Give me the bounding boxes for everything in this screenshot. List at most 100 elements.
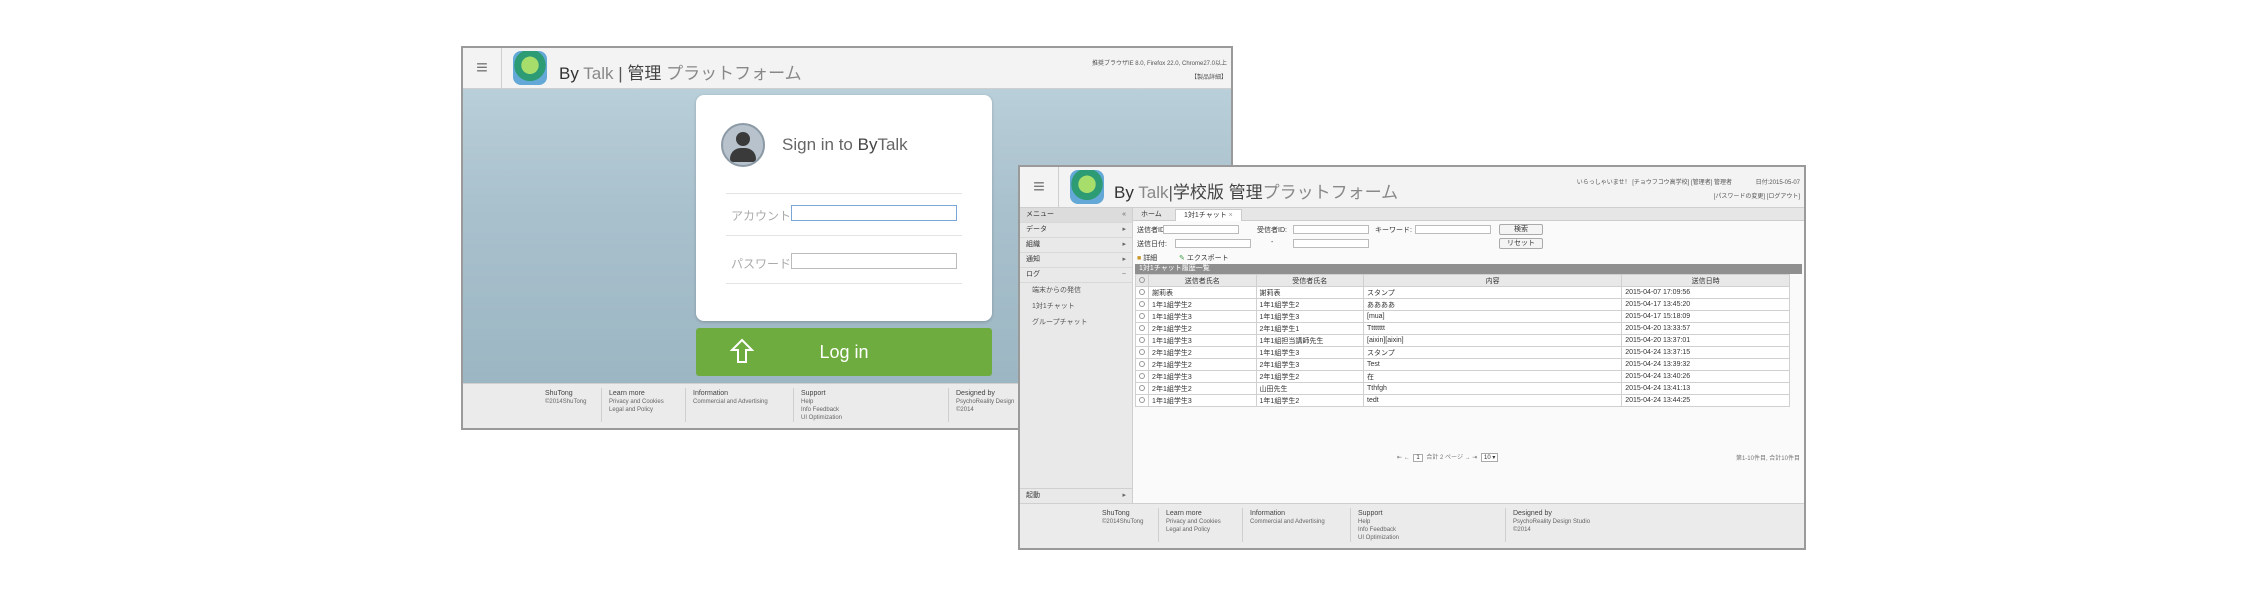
table-row[interactable]: 2年1組学生2 山田先生 Tthfgh 2015-04-24 13:41:13	[1134, 382, 1790, 395]
table-header-row: 送信者氏名 受信者氏名 内容 送信日時	[1134, 274, 1790, 287]
col-receiver[interactable]: 受信者氏名	[1255, 274, 1365, 287]
row-checkbox[interactable]	[1134, 334, 1150, 347]
footer-link[interactable]: UI Optimization	[1358, 534, 1399, 542]
pager-prev[interactable]: ⇤ ←	[1397, 455, 1410, 461]
sidebar-item-organization[interactable]: 組織 ▸	[1020, 238, 1132, 253]
cell-sender: 2年1組学生2	[1148, 322, 1257, 335]
sidebar-item-data[interactable]: データ ▸	[1020, 223, 1132, 238]
footer-link[interactable]: Privacy and Cookies	[609, 398, 664, 406]
record-summary: 第1-10件目, 合計10件目	[1735, 456, 1800, 462]
date-to-input[interactable]	[1293, 239, 1369, 248]
sidebar-item-launch[interactable]: 起動 ▸	[1020, 488, 1132, 504]
footer-link[interactable]: Privacy and Cookies	[1166, 518, 1221, 526]
cell-sender: 1年1組学生2	[1148, 298, 1257, 311]
chevron-right-icon: ▸	[1122, 241, 1126, 248]
select-all-checkbox[interactable]	[1134, 274, 1150, 287]
cell-content: Test	[1363, 358, 1623, 371]
table-row[interactable]: 謝莉表 謝莉表 スタンプ 2015-04-07 17:09:56	[1134, 286, 1790, 299]
search-button[interactable]: 検索	[1499, 224, 1543, 235]
row-checkbox[interactable]	[1134, 358, 1150, 371]
cell-sender: 謝莉表	[1148, 286, 1257, 299]
cell-sender: 1年1組学生3	[1148, 310, 1257, 323]
tab-bar: ホーム 1対1チャット ×	[1133, 208, 1804, 221]
divider	[726, 235, 962, 236]
row-checkbox[interactable]	[1134, 286, 1150, 299]
hamburger-menu-icon[interactable]: ≡	[463, 48, 502, 88]
footer-link[interactable]: UI Optimization	[801, 414, 842, 422]
footer-link[interactable]: Commercial and Advertising	[1250, 518, 1325, 526]
export-icon: ✎	[1179, 255, 1185, 262]
table-row[interactable]: 1年1組学生3 1年1組学生3 [mua] 2015-04-17 15:18:09	[1134, 310, 1790, 323]
col-sent-time[interactable]: 送信日時	[1621, 274, 1790, 287]
keyword-input[interactable]	[1415, 225, 1491, 234]
col-content[interactable]: 内容	[1363, 274, 1623, 287]
account-input[interactable]	[791, 205, 957, 221]
export-button[interactable]: ✎ エクスポート	[1179, 253, 1229, 263]
detail-button[interactable]: ■ 詳細	[1137, 253, 1157, 263]
footer-link[interactable]: Help	[801, 398, 842, 406]
page-input[interactable]: 1	[1413, 454, 1423, 462]
account-links[interactable]: [パスワードの変更] [ログアウト]	[1714, 191, 1800, 200]
sidebar-subitem-group-chat[interactable]: グループチャット	[1020, 315, 1132, 331]
footer-link[interactable]: Help	[1358, 518, 1399, 526]
sidebar-item-log[interactable]: ログ −	[1020, 268, 1132, 283]
table-row[interactable]: 2年1組学生3 2年1組学生2 在 2015-04-24 13:40:26	[1134, 370, 1790, 383]
collapse-minus-icon: −	[1121, 271, 1126, 278]
row-checkbox[interactable]	[1134, 382, 1150, 395]
hamburger-menu-icon[interactable]: ≡	[1020, 167, 1059, 207]
sidebar-subitem-terminal[interactable]: 端末からの発信	[1020, 283, 1132, 299]
collapse-icon[interactable]: «	[1122, 208, 1126, 222]
cell-receiver: 山田先生	[1255, 382, 1365, 395]
receiver-id-input[interactable]	[1293, 225, 1369, 234]
sidebar-item-notice[interactable]: 通知 ▸	[1020, 253, 1132, 268]
col-sender[interactable]: 送信者氏名	[1148, 274, 1257, 287]
main-content: ホーム 1対1チャット × 送信者ID: 受信者ID: キーワード: 検索 送信…	[1133, 208, 1804, 504]
row-checkbox[interactable]	[1134, 370, 1150, 383]
current-date: 日付:2015-05-07	[1755, 180, 1800, 186]
tab-chat[interactable]: 1対1チャット ×	[1175, 209, 1242, 221]
table-row[interactable]: 1年1組学生3 1年1組担当講師先生 [aixin][aixin] 2015-04-2…	[1134, 334, 1790, 347]
tab-home[interactable]: ホーム	[1133, 209, 1170, 220]
close-tab-icon[interactable]: ×	[1229, 212, 1233, 219]
row-checkbox[interactable]	[1134, 322, 1150, 335]
page-size-select[interactable]: 10 ▾	[1481, 453, 1499, 462]
cell-receiver: 1年1組学生2	[1255, 298, 1365, 311]
login-button[interactable]: Log in	[696, 328, 992, 376]
cell-content: スタンプ	[1363, 346, 1623, 359]
cell-sent-time: 2015-04-24 13:41:13	[1621, 382, 1790, 395]
footer-link[interactable]: Legal and Policy	[1166, 526, 1221, 534]
cell-content: tedt	[1363, 394, 1623, 407]
table-row[interactable]: 1年1組学生2 1年1組学生2 ああああ 2015-04-17 13:45:20	[1134, 298, 1790, 311]
admin-footer: ShuTong ©2014ShuTong Learn more Privacy …	[1020, 503, 1804, 548]
table-row[interactable]: 2年1組学生2 2年1組学生3 Test 2015-04-24 13:39:32	[1134, 358, 1790, 371]
table-row[interactable]: 2年1組学生2 1年1組学生3 スタンプ 2015-04-24 13:37:15	[1134, 346, 1790, 359]
row-checkbox[interactable]	[1134, 298, 1150, 311]
admin-window: ≡ By Talk|学校版 管理プラットフォーム いらっしゃいませ！ [チョウフ…	[1018, 165, 1806, 550]
page-total: 合計 2 ページ	[1426, 455, 1463, 461]
cell-sent-time: 2015-04-20 13:37:01	[1621, 334, 1790, 347]
cell-sender: 1年1組学生3	[1148, 394, 1257, 407]
table-row[interactable]: 1年1組学生3 1年1組学生2 tedt 2015-04-24 13:44:25	[1134, 394, 1790, 407]
table-row[interactable]: 2年1組学生2 2年1組学生1 Tttttttt 2015-04-20 13:33:5…	[1134, 322, 1790, 335]
footer-link[interactable]: Info Feedback	[1358, 526, 1399, 534]
table-title: 1対1チャット履歴一覧	[1135, 264, 1802, 274]
password-input[interactable]	[791, 253, 957, 269]
pager-next[interactable]: → ⇥	[1465, 455, 1478, 461]
row-checkbox[interactable]	[1134, 346, 1150, 359]
cell-receiver: 1年1組学生3	[1255, 310, 1365, 323]
footer-link[interactable]: Info Feedback	[801, 406, 842, 414]
row-checkbox[interactable]	[1134, 394, 1150, 407]
sidebar-subitem-chat[interactable]: 1対1チャット	[1020, 299, 1132, 315]
sender-id-input[interactable]	[1163, 225, 1239, 234]
cell-receiver: 1年1組学生3	[1255, 346, 1365, 359]
cell-content: [mua]	[1363, 310, 1623, 323]
date-from-input[interactable]	[1175, 239, 1251, 248]
chat-history-table: 送信者氏名 受信者氏名 内容 送信日時 謝莉表 謝莉表 スタンプ 2015-04-07…	[1134, 274, 1790, 407]
footer-link[interactable]: Commercial and Advertising	[693, 398, 768, 406]
product-detail-link[interactable]: 【製品詳細】	[1191, 72, 1227, 81]
footer-company: ShuTong ©2014ShuTong	[545, 390, 587, 405]
cell-sent-time: 2015-04-17 13:45:20	[1621, 298, 1790, 311]
reset-button[interactable]: リセット	[1499, 238, 1543, 249]
row-checkbox[interactable]	[1134, 310, 1150, 323]
footer-link[interactable]: Legal and Policy	[609, 406, 664, 414]
